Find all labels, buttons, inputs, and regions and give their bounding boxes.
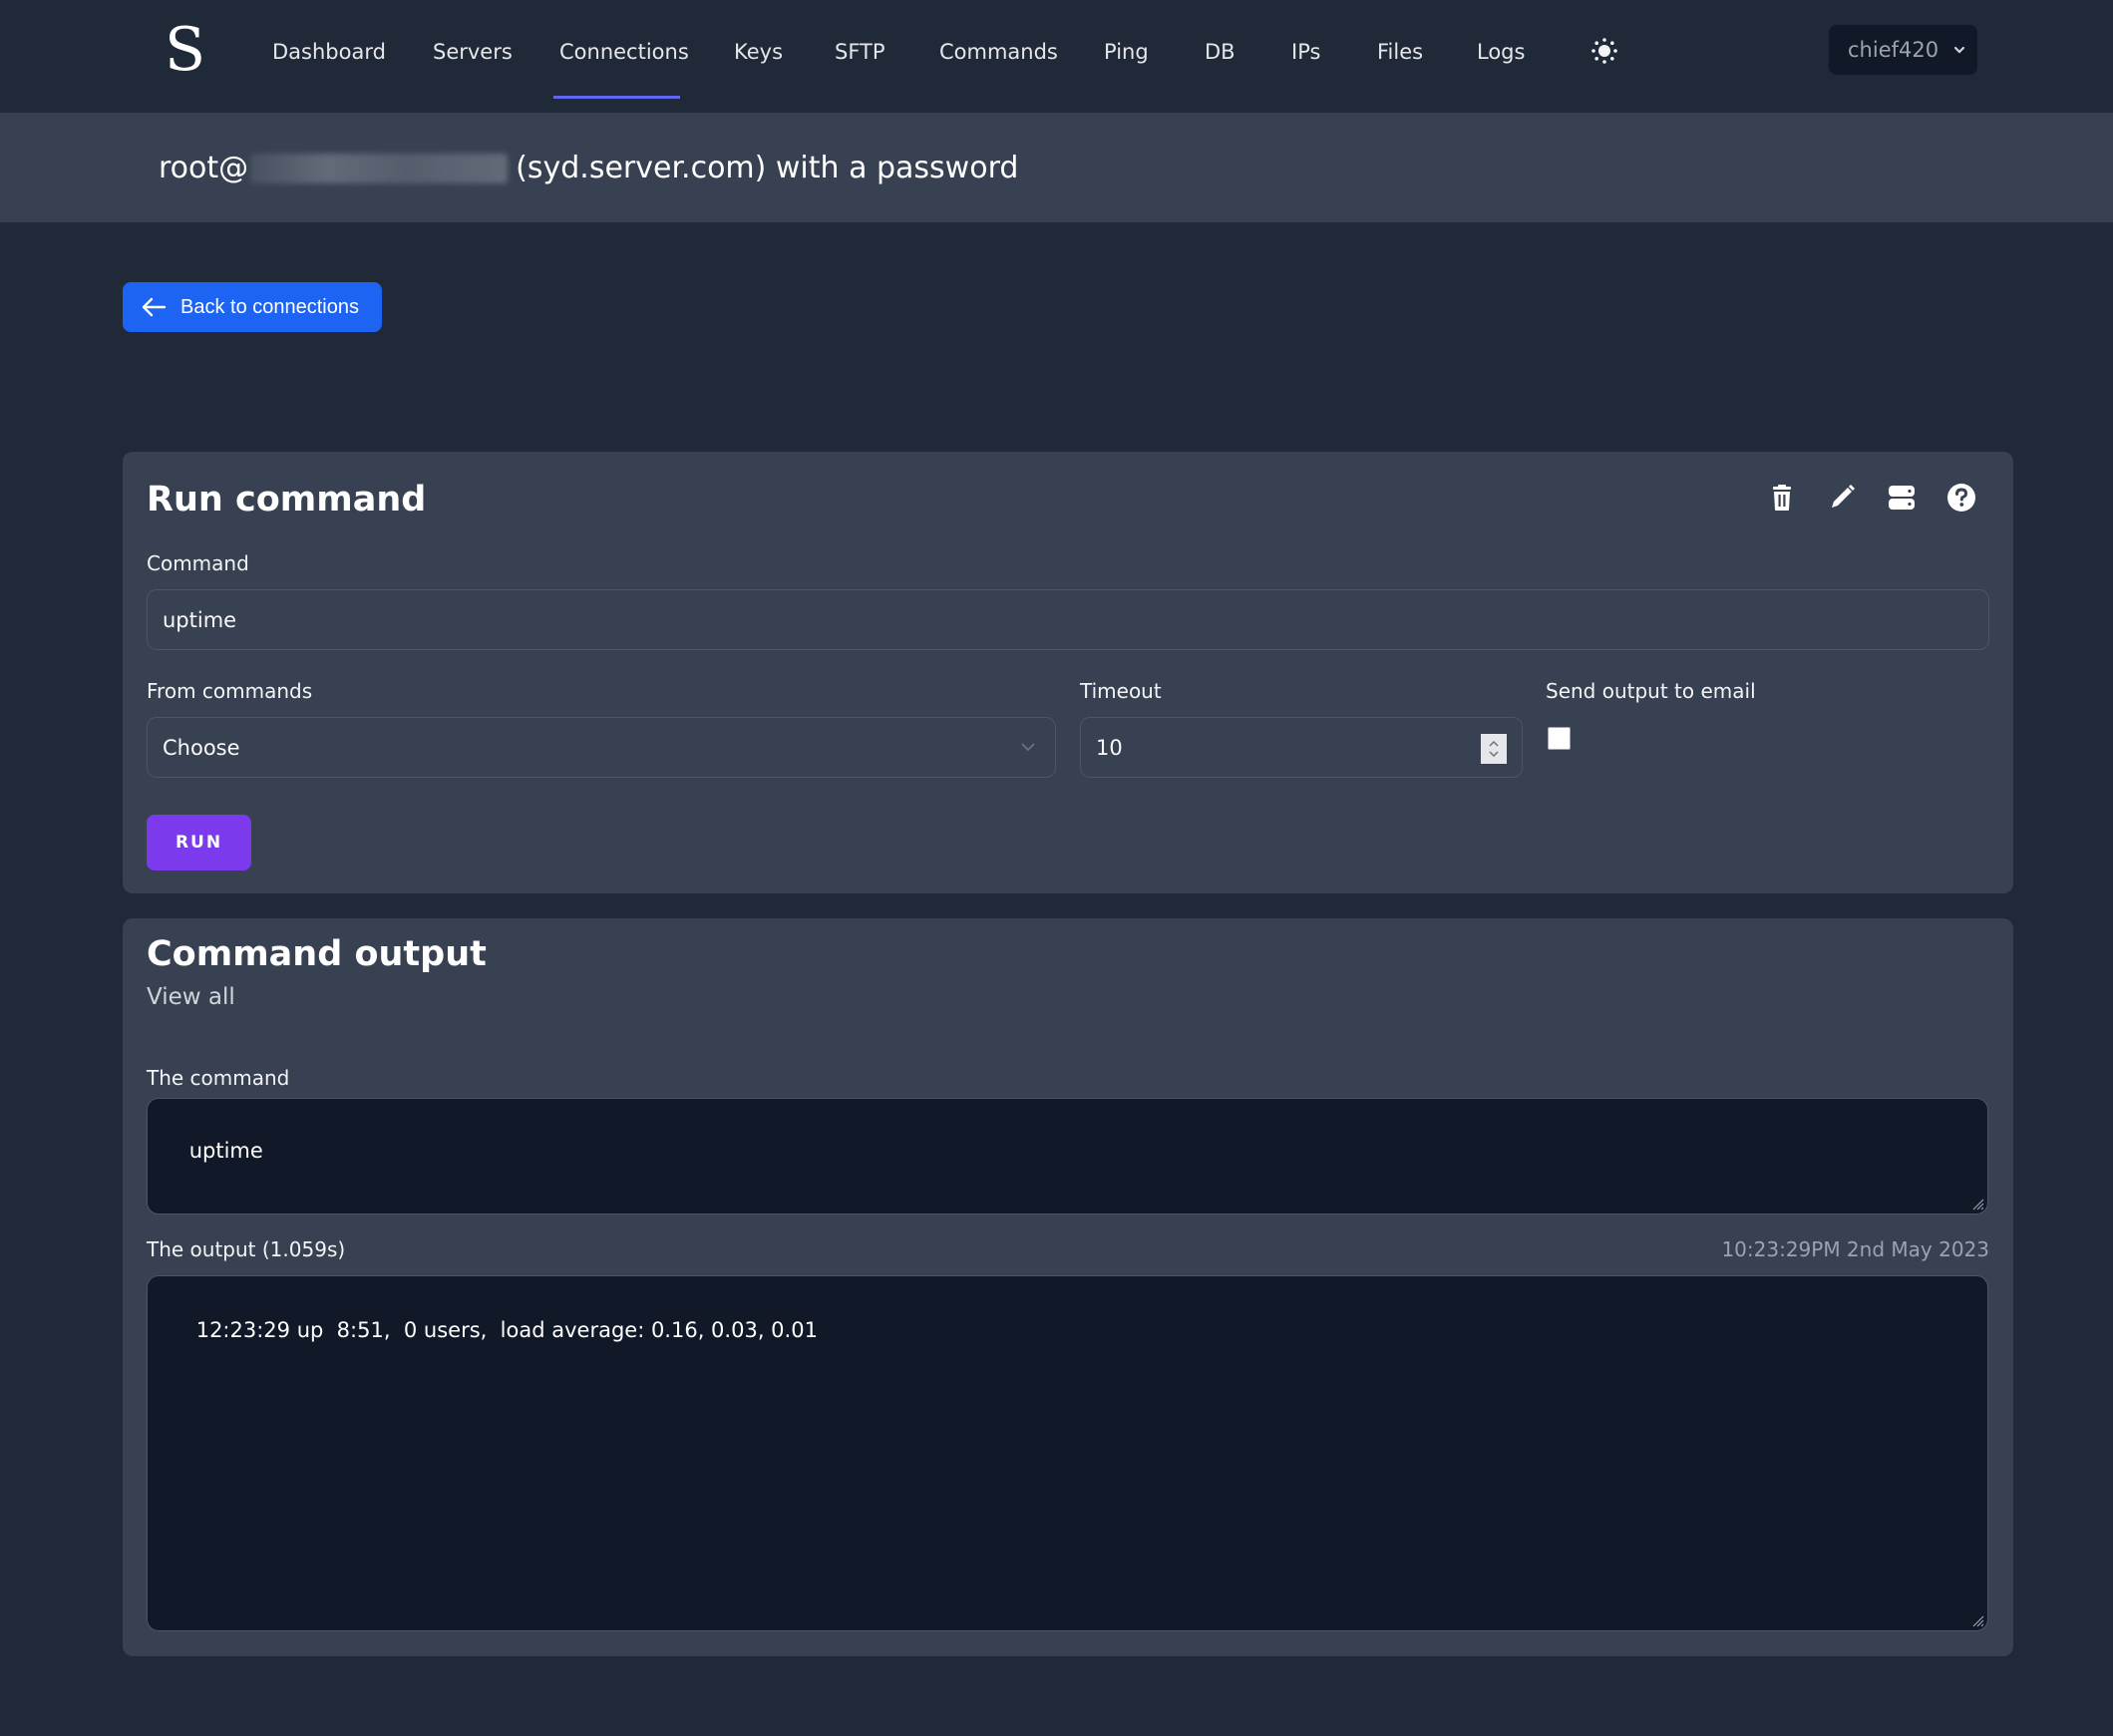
chevron-down-icon: [1953, 46, 1965, 54]
command-output-title: Command output: [147, 934, 487, 974]
view-all-link[interactable]: View all: [147, 982, 235, 1012]
timeout-input[interactable]: 10: [1080, 717, 1523, 778]
stepper-arrows-icon: [1489, 740, 1499, 758]
back-to-connections-button[interactable]: Back to connections: [123, 282, 382, 332]
nav-item-ping[interactable]: Ping: [1104, 38, 1149, 66]
command-input[interactable]: uptime: [147, 589, 1989, 650]
nav-item-files[interactable]: Files: [1377, 38, 1423, 66]
nav-active-indicator: [553, 96, 680, 99]
from-commands-selected: Choose: [163, 735, 240, 760]
timeout-label: Timeout: [1080, 679, 1162, 703]
nav-item-connections[interactable]: Connections: [559, 38, 689, 66]
the-output-label: The output (1.059s): [147, 1237, 346, 1261]
from-commands-label: From commands: [147, 679, 313, 703]
connection-user: root@: [159, 151, 249, 185]
send-email-label: Send output to email: [1546, 679, 1756, 703]
card-actions: [1766, 482, 1977, 514]
output-textarea[interactable]: 12:23:29 up 8:51, 0 users, load average:…: [147, 1275, 1988, 1631]
trash-icon[interactable]: [1766, 482, 1798, 514]
app-logo[interactable]: S: [165, 18, 205, 82]
command-textarea[interactable]: uptime: [147, 1098, 1988, 1215]
nav-item-ips[interactable]: IPs: [1291, 38, 1320, 66]
command-textarea-value: uptime: [188, 1139, 263, 1163]
chevron-down-icon: [1021, 743, 1035, 752]
sun-icon[interactable]: [1589, 36, 1619, 66]
resize-handle-icon[interactable]: [1968, 1195, 1984, 1211]
command-label: Command: [147, 551, 249, 575]
run-command-title: Run command: [147, 480, 427, 520]
output-textarea-value: 12:23:29 up 8:51, 0 users, load average:…: [195, 1318, 818, 1342]
arrow-left-icon: [142, 297, 167, 317]
number-stepper[interactable]: [1481, 734, 1507, 764]
command-input-value: uptime: [163, 607, 237, 632]
nav-item-commands[interactable]: Commands: [939, 38, 1058, 66]
output-timestamp: 10:23:29PM 2nd May 2023: [1721, 1237, 1989, 1261]
redacted-host-ip: [250, 154, 509, 183]
connection-host-description: (syd.server.com) with a password: [516, 151, 1019, 185]
nav-item-dashboard[interactable]: Dashboard: [272, 38, 386, 66]
resize-handle-icon[interactable]: [1968, 1611, 1984, 1627]
the-command-label: The command: [147, 1066, 290, 1090]
send-email-checkbox[interactable]: [1548, 727, 1571, 750]
nav-item-servers[interactable]: Servers: [433, 38, 513, 66]
top-nav-bar: S Dashboard Servers Connections Keys SFT…: [0, 0, 2113, 113]
connection-title: root@ (syd.server.com) with a password: [159, 149, 1018, 188]
nav-item-keys[interactable]: Keys: [734, 38, 783, 66]
run-command-card: Run command Command uptime From commands…: [123, 452, 2013, 893]
nav-item-logs[interactable]: Logs: [1477, 38, 1525, 66]
command-output-card: Command output View all The command upti…: [123, 918, 2013, 1656]
back-button-label: Back to connections: [180, 295, 359, 318]
question-circle-icon[interactable]: [1945, 482, 1977, 514]
run-button[interactable]: RUN: [147, 815, 251, 870]
nav-item-sftp[interactable]: SFTP: [835, 38, 885, 66]
nav-item-db[interactable]: DB: [1205, 38, 1235, 66]
timeout-value: 10: [1096, 735, 1123, 760]
from-commands-select[interactable]: Choose: [147, 717, 1056, 778]
user-menu-dropdown[interactable]: chief420: [1829, 25, 1977, 75]
server-icon[interactable]: [1886, 482, 1918, 514]
pencil-icon[interactable]: [1826, 482, 1858, 514]
username: chief420: [1848, 38, 1939, 62]
